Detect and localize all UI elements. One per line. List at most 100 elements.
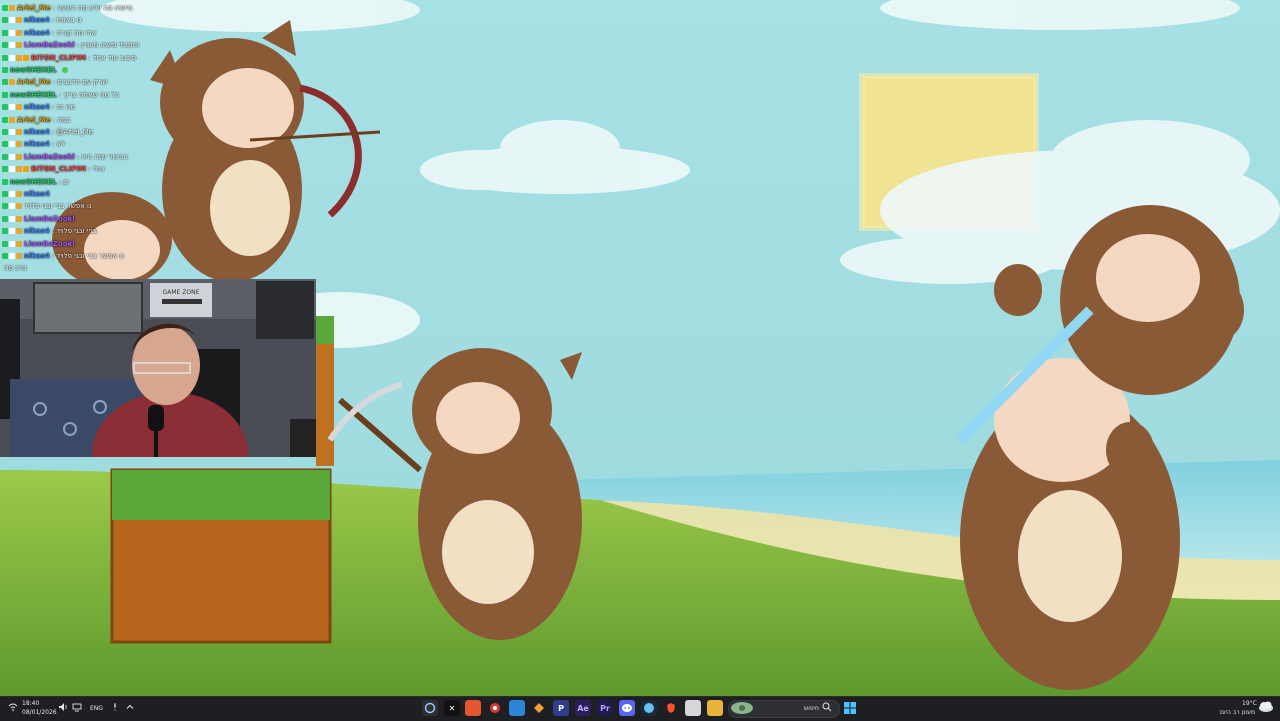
- app-icon-2[interactable]: ✕: [444, 700, 460, 716]
- app-icon-9[interactable]: Pr: [597, 700, 613, 716]
- badge-icon: [2, 203, 8, 210]
- chat-badges: [2, 104, 22, 111]
- badge-icon: [16, 29, 22, 36]
- badge-icon: [9, 104, 15, 111]
- chat-message: Ariel_Me: שרק עם הדבבים: [2, 76, 107, 88]
- badge-icon: [9, 191, 15, 197]
- badge-icon: [16, 153, 22, 160]
- chat-badges: [2, 178, 8, 185]
- chat-message: גורג פה: [2, 262, 27, 274]
- app-icon-13[interactable]: [685, 700, 701, 716]
- chat-username[interactable]: nikas4: [24, 27, 50, 39]
- badge-icon: [2, 17, 8, 24]
- app-icon-1[interactable]: [422, 700, 438, 716]
- chat-username[interactable]: nikas4: [24, 138, 50, 150]
- badge-icon: [16, 17, 22, 24]
- chat-username[interactable]: LiamBaZookl: [24, 213, 75, 225]
- badge-icon: [2, 79, 8, 86]
- chat-message: Ariel_Me: מישהו פה יודע מה השעה: [2, 2, 132, 14]
- chat-message-text: : בגיי ובגי פלויד: [51, 227, 97, 236]
- chat-username[interactable]: LiamBaZookl: [24, 151, 75, 163]
- chat-badges: [2, 153, 22, 160]
- chat-badges: [2, 141, 22, 148]
- chat-username[interactable]: newSHEKEL: [10, 89, 57, 101]
- webcam-feed: GAME ZONE: [0, 279, 316, 457]
- chat-username[interactable]: nikas4: [24, 126, 50, 138]
- chat-username[interactable]: nikas4: [24, 225, 50, 237]
- chat-username[interactable]: Ariel_Me: [17, 76, 51, 88]
- chat-username[interactable]: LiamBaZookl: [24, 238, 75, 250]
- volume-icon[interactable]: [58, 702, 68, 712]
- chat-badges: [2, 17, 22, 24]
- app-icon-3[interactable]: [465, 700, 481, 716]
- chat-username[interactable]: nikas4: [24, 14, 50, 26]
- badge-icon: [16, 191, 22, 197]
- badge-icon: [2, 29, 8, 36]
- wall-poster: GAME ZONE: [150, 283, 212, 317]
- chat-message-text: : אחי מה קורה: [51, 28, 97, 37]
- chat-message-text: גורג פה: [4, 264, 27, 273]
- chat-username[interactable]: newSHEKEL: [10, 176, 57, 188]
- app-icon-11[interactable]: [641, 700, 657, 716]
- chat-username[interactable]: nikas4: [24, 101, 50, 113]
- badge-icon: [16, 166, 22, 173]
- chat-username[interactable]: Ariel_Me: [17, 2, 51, 14]
- chat-message: nikas4: מה זה: [2, 101, 75, 113]
- chat-badges: [2, 215, 22, 222]
- chat-badges: [2, 29, 22, 36]
- clock-date[interactable]: 08/01/2026: [22, 709, 57, 716]
- badge-icon: [2, 67, 8, 73]
- search-icon[interactable]: [822, 702, 832, 712]
- weather-temperature[interactable]: 19°C: [1242, 700, 1257, 707]
- start-windows-icon[interactable]: [842, 700, 858, 716]
- chat-username[interactable]: nikas4: [24, 250, 50, 262]
- app-icon-10[interactable]: [619, 700, 635, 716]
- app-icon-8[interactable]: Ae: [575, 700, 591, 716]
- chat-message-text: : שרק עם הדבבים: [52, 78, 108, 87]
- chat-username[interactable]: newSHEKEL: [10, 64, 57, 76]
- app-icon-5[interactable]: [509, 700, 525, 716]
- chat-message-text: : הזמנתי משהו מעניין: [76, 41, 140, 50]
- badge-icon: [9, 215, 15, 222]
- badge-icon: [16, 104, 22, 111]
- badge-icon: [9, 17, 15, 24]
- chat-message-text: : סיבוב עוד אחד: [87, 53, 137, 62]
- chat-message: nikas4: @Ariel_Me: [2, 126, 93, 138]
- badge-icon: [9, 42, 15, 49]
- clock-time[interactable]: 18:40: [22, 700, 39, 707]
- badge-icon: [16, 253, 22, 259]
- chat-badges: [2, 42, 22, 49]
- chat-message: newSHEKEL: כל מה שאתה צריך: [2, 89, 119, 101]
- badge-icon: [2, 104, 8, 111]
- app-icon-14[interactable]: [707, 700, 723, 716]
- display-icon[interactable]: [72, 702, 82, 712]
- weather-description[interactable]: מעונן רב היום: [1220, 709, 1255, 716]
- app-icon-7[interactable]: P: [553, 700, 569, 716]
- chat-badges: [2, 240, 22, 247]
- chat-username[interactable]: LiamBaZookl: [24, 39, 75, 51]
- chat-message-text: נו אפשר בגיי ובגי פלויד: [24, 202, 92, 211]
- chat-message: Ariel_Me: כמה: [2, 114, 70, 126]
- badge-icon: [2, 116, 8, 123]
- weather-cloud-icon[interactable]: [1258, 699, 1274, 715]
- search-thumbnail: [731, 702, 753, 714]
- chat-username[interactable]: BITON_CLIPIM: [31, 163, 86, 175]
- language-indicator[interactable]: ENG: [90, 705, 103, 712]
- chevron-up-icon[interactable]: [125, 702, 135, 712]
- badge-icon: [2, 191, 8, 197]
- chat-badges: [2, 203, 22, 210]
- chat-username[interactable]: nikas4: [24, 188, 50, 200]
- app-icon-12[interactable]: [663, 700, 679, 716]
- chat-badges: [2, 91, 8, 98]
- microphone-icon[interactable]: [110, 702, 120, 712]
- chat-username[interactable]: BITON_CLIPIM: [31, 52, 86, 64]
- chat-badges: [2, 129, 22, 135]
- app-icon-6[interactable]: [531, 700, 547, 716]
- app-icon-4[interactable]: [487, 700, 503, 716]
- badge-icon: [16, 203, 22, 210]
- stream-chat-overlay: Ariel_Me: מישהו פה יודע מה השעה nikas4: נ…: [0, 0, 330, 280]
- chat-username[interactable]: Ariel_Me: [17, 114, 51, 126]
- chat-message-text: : הכיכור שזה היה: [76, 152, 128, 161]
- chat-message-text: : כמה: [52, 115, 71, 124]
- wifi-icon[interactable]: [8, 702, 18, 712]
